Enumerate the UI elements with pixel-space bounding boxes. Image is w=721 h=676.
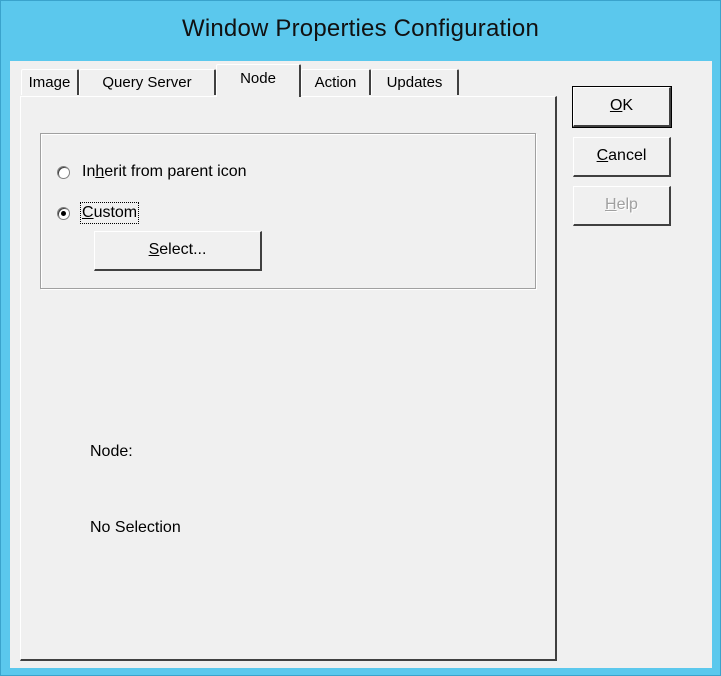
inherit-radio-label: Inherit from parent icon xyxy=(82,163,247,180)
node-label: Node: xyxy=(90,443,133,460)
dialog-client-area: Image Query Server Node Action Updates I… xyxy=(10,61,712,668)
tab-label: Image xyxy=(28,74,71,91)
title-bar[interactable]: Window Properties Configuration xyxy=(1,1,720,61)
ok-button[interactable]: OK xyxy=(572,86,672,128)
tab-label: Node xyxy=(240,70,276,87)
tab-query-server[interactable]: Query Server xyxy=(79,69,216,95)
dialog-window: Window Properties Configuration Image Qu… xyxy=(0,0,721,676)
tab-image[interactable]: Image xyxy=(21,69,79,95)
tab-label: Action xyxy=(314,74,357,91)
tab-action[interactable]: Action xyxy=(301,69,371,95)
tab-node[interactable]: Node xyxy=(216,64,301,97)
cancel-button[interactable]: Cancel xyxy=(573,137,671,177)
help-button[interactable]: Help xyxy=(573,186,671,226)
node-value: No Selection xyxy=(90,519,181,536)
radio-selected-icon xyxy=(57,206,70,220)
tab-label: Updates xyxy=(386,74,443,91)
tab-label: Query Server xyxy=(102,74,192,91)
custom-radio[interactable]: Custom xyxy=(57,202,140,224)
tab-updates[interactable]: Updates xyxy=(371,69,459,95)
window-title: Window Properties Configuration xyxy=(181,15,540,42)
radio-circle-icon xyxy=(57,165,70,179)
custom-radio-label: Custom xyxy=(79,202,140,224)
select-button[interactable]: Select... xyxy=(94,231,262,271)
inherit-radio[interactable]: Inherit from parent icon xyxy=(57,161,247,183)
